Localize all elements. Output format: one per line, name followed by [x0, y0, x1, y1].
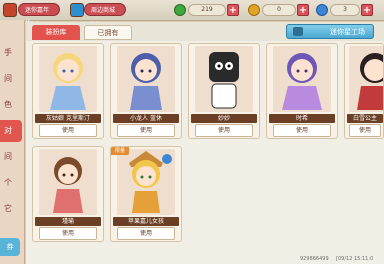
bean-count: 219: [188, 4, 226, 16]
outfit-name: 妙妙: [191, 114, 257, 123]
outfit-name: 灰姑娘 克里斯汀: [35, 114, 101, 123]
character-figure: [117, 149, 175, 215]
outfit-card[interactable]: 灰姑娘 克里斯汀 使用: [32, 43, 104, 139]
add-star-coin-button[interactable]: +: [297, 4, 309, 16]
outfit-card[interactable]: 妙妙 使用: [188, 43, 260, 139]
mall-link[interactable]: 周边商城>>: [84, 3, 126, 27]
character-figure: [117, 46, 175, 112]
mini-coin-count: 3: [330, 4, 360, 16]
sidebar-item-6[interactable]: 它: [0, 198, 22, 220]
mini-workshop-button[interactable]: 迷你星工场: [286, 24, 374, 39]
tabs-row: 装扮库 已拥有 迷你星工场: [26, 22, 384, 41]
use-button[interactable]: 使用: [39, 124, 97, 137]
star-coin-count: 0: [262, 4, 296, 16]
character-art: [117, 149, 175, 215]
add-mini-coin-button[interactable]: +: [361, 4, 373, 16]
outfit-card[interactable]: 时希 使用: [266, 43, 338, 139]
carnival-icon: [3, 3, 17, 17]
character-figure: [195, 46, 253, 112]
workshop-label: 迷你星工场: [330, 28, 365, 36]
tab-outfit-library[interactable]: 装扮库: [32, 25, 80, 40]
outfit-name: 小龙人 蓝休: [113, 114, 179, 123]
character-art: [39, 46, 97, 112]
mini-coin-icon: [316, 4, 328, 16]
character-figure: [39, 46, 97, 112]
outfit-card[interactable]: 瑾瑜 使用: [32, 146, 104, 242]
category-sidebar: 手 间 色 对 间 个 它 券: [0, 20, 25, 264]
outfit-card[interactable]: 小龙人 蓝休 使用: [110, 43, 182, 139]
outfit-card[interactable]: 限量 苹果嘉儿女孩 使用: [110, 146, 182, 242]
sidebar-item-5[interactable]: 个: [0, 172, 22, 194]
outfit-name: 苹果嘉儿女孩: [113, 217, 179, 226]
character-art: [273, 46, 331, 112]
limited-tag: 限量: [111, 147, 129, 155]
outfit-card[interactable]: 白雪公主 使用: [344, 43, 384, 139]
use-button[interactable]: 使用: [349, 124, 381, 137]
character-art: [39, 149, 97, 215]
use-button[interactable]: 使用: [117, 124, 175, 137]
carnival-link[interactable]: 迷你嘉年华>>: [18, 3, 60, 27]
use-button[interactable]: 使用: [195, 124, 253, 137]
use-button[interactable]: 使用: [273, 124, 331, 137]
sidebar-item-4[interactable]: 间: [0, 146, 22, 168]
top-bar: 迷你嘉年华>> 周边商城>> 219 + 0 + 3 +: [0, 0, 384, 27]
green-bean-icon: [174, 4, 186, 16]
sidebar-item-1[interactable]: 间: [0, 68, 22, 90]
character-figure: [39, 149, 97, 215]
sidebar-item-0[interactable]: 手: [0, 42, 22, 64]
outfit-name: 瑾瑜: [35, 217, 101, 226]
version-text: [09/12 15:11:0: [336, 256, 374, 262]
outfit-name: 白雪公主: [347, 114, 383, 123]
character-art: [117, 46, 175, 112]
shop-icon: [70, 3, 84, 17]
sidebar-item-3[interactable]: 对: [0, 120, 22, 142]
use-button[interactable]: 使用: [117, 227, 175, 240]
character-art: [349, 46, 383, 112]
character-figure: [273, 46, 331, 112]
user-id: 929866499: [300, 256, 329, 262]
character-art: [195, 46, 253, 112]
tab-owned[interactable]: 已拥有: [84, 25, 132, 40]
use-button[interactable]: 使用: [39, 227, 97, 240]
star-coin-icon: [248, 4, 260, 16]
coupon-button[interactable]: 券: [0, 238, 20, 256]
add-bean-button[interactable]: +: [227, 4, 239, 16]
outfit-name: 时希: [269, 114, 335, 123]
sidebar-item-2[interactable]: 色: [0, 94, 22, 116]
workshop-icon: [293, 27, 303, 36]
character-figure: [349, 46, 383, 112]
